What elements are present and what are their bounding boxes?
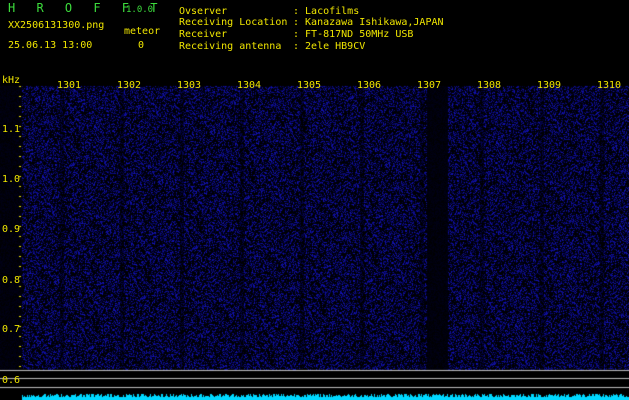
info-key-location: Receiving Location: [179, 17, 288, 28]
info-value-receiver: : FT-817ND 50MHz USB: [293, 29, 414, 40]
info-value-antenna: : 2ele HB9CV: [293, 41, 366, 52]
header-panel: H R O F F T 1.0.0 XX2506131300.png 25.06…: [0, 0, 629, 74]
file-datetime: 25.06.13 13:00: [8, 40, 93, 51]
meteor-label: meteor: [124, 26, 161, 37]
y-tick-label: 0.6: [2, 375, 21, 386]
x-tick-label: 1302: [117, 80, 142, 91]
info-key-antenna: Receiving antenna: [179, 41, 282, 52]
meteor-count: 0: [138, 40, 145, 51]
info-key-receiver: Receiver: [179, 29, 228, 40]
x-tick-label: 1305: [297, 80, 322, 91]
x-tick-label: 1310: [597, 80, 622, 91]
y-tick-label: 0.9: [2, 224, 21, 235]
x-tick-label: 1303: [177, 80, 202, 91]
x-tick-label: 1307: [417, 80, 442, 91]
x-tick-label: 1308: [477, 80, 502, 91]
x-tick-label: 1301: [57, 80, 82, 91]
axis-unit-label: kHz: [2, 75, 21, 86]
y-tick-label: 0.8: [2, 275, 21, 286]
info-value-location: : Kanazawa Ishikawa,JAPAN: [293, 17, 444, 28]
y-tick-label: 0.7: [2, 324, 21, 335]
x-tick-label: 1309: [537, 80, 562, 91]
x-tick-label: 1304: [237, 80, 262, 91]
waterfall-canvas: [0, 74, 629, 400]
file-name: XX2506131300.png: [8, 20, 105, 31]
x-tick-label: 1306: [357, 80, 382, 91]
y-tick-label: 1.0: [2, 174, 21, 185]
y-tick-label: 1.1: [2, 124, 21, 135]
spectrogram: [0, 74, 629, 400]
app-version: 1.0.0: [126, 5, 154, 15]
